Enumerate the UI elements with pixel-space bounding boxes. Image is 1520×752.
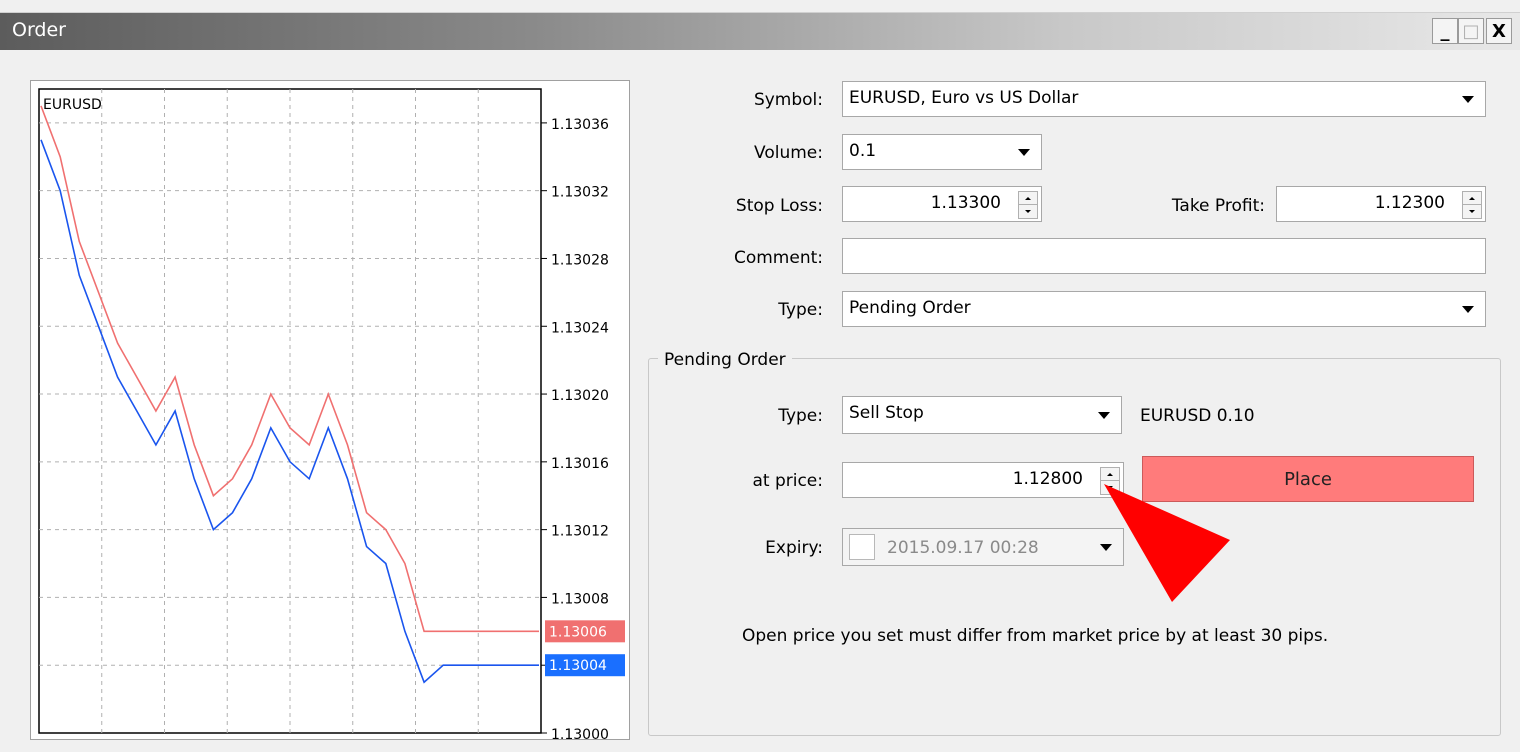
y-tick-label: 1.13008 <box>551 591 609 607</box>
chevron-down-icon[interactable] <box>1452 293 1484 325</box>
chart-symbol-label: EURUSD <box>43 97 102 113</box>
close-button[interactable]: X <box>1486 18 1512 44</box>
volume-value: 0.1 <box>849 141 877 161</box>
expiry-value: 2015.09.17 00:28 <box>887 538 1039 558</box>
stop-loss-stepper[interactable] <box>1018 191 1038 219</box>
type-label: Type: <box>778 300 823 320</box>
chevron-down-icon[interactable] <box>1090 530 1122 564</box>
expiry-checkbox[interactable] <box>849 534 875 560</box>
spin-up-icon[interactable] <box>1019 192 1037 205</box>
stop-loss-value: 1.13300 <box>930 193 1001 213</box>
expiry-field[interactable]: 2015.09.17 00:28 <box>842 528 1124 566</box>
ask-price-label: 1.13006 <box>549 624 607 640</box>
order-type-select[interactable]: Pending Order <box>842 291 1486 327</box>
maximize-button[interactable]: □ <box>1458 18 1484 44</box>
volume-select[interactable]: 0.1 <box>842 134 1042 170</box>
bid-price-label: 1.13004 <box>549 658 607 674</box>
at-price-value: 1.12800 <box>1012 469 1083 489</box>
y-tick-label: 1.13012 <box>551 524 609 540</box>
spin-down-icon[interactable] <box>1101 481 1119 494</box>
order-summary: EURUSD 0.10 <box>1140 406 1255 426</box>
spin-down-icon[interactable] <box>1019 205 1037 218</box>
volume-label: Volume: <box>754 143 823 163</box>
place-button[interactable]: Place <box>1142 456 1474 502</box>
take-profit-value: 1.12300 <box>1374 193 1445 213</box>
price-chart: 1.13036 1.13032 1.13028 1.13024 1.13020 1.130… <box>30 80 630 741</box>
y-tick-label: 1.13028 <box>551 252 609 268</box>
y-tick-label: 1.13036 <box>551 117 609 133</box>
symbol-select[interactable]: EURUSD, Euro vs US Dollar <box>842 81 1486 117</box>
take-profit-stepper[interactable] <box>1462 191 1482 219</box>
pending-type-label: Type: <box>778 406 823 426</box>
take-profit-field[interactable]: 1.12300 <box>1276 186 1486 222</box>
pending-type-select[interactable]: Sell Stop <box>842 396 1122 434</box>
pending-type-value: Sell Stop <box>849 403 924 423</box>
symbol-value: EURUSD, Euro vs US Dollar <box>849 88 1079 108</box>
spin-down-icon[interactable] <box>1463 205 1481 218</box>
pending-order-title: Pending Order <box>658 350 792 370</box>
title-bar[interactable]: Order _ □ X <box>0 12 1520 50</box>
symbol-label: Symbol: <box>753 90 823 110</box>
chevron-down-icon[interactable] <box>1008 136 1040 168</box>
y-tick-label: 1.13024 <box>551 320 609 336</box>
at-price-field[interactable]: 1.12800 <box>842 462 1124 498</box>
y-tick-label: 1.13016 <box>551 456 609 472</box>
comment-label: Comment: <box>733 248 823 268</box>
at-price-stepper[interactable] <box>1100 467 1120 495</box>
chevron-down-icon[interactable] <box>1088 398 1120 432</box>
expiry-label: Expiry: <box>765 538 823 558</box>
stop-loss-label: Stop Loss: <box>735 196 823 216</box>
chevron-down-icon[interactable] <box>1452 83 1484 115</box>
window-title: Order <box>12 19 66 41</box>
y-tick-label: 1.13020 <box>551 388 609 404</box>
chart-canvas: 1.13036 1.13032 1.13028 1.13024 1.13020 1.130… <box>38 88 625 741</box>
spin-up-icon[interactable] <box>1101 468 1119 481</box>
at-price-label: at price: <box>752 471 823 491</box>
spin-up-icon[interactable] <box>1463 192 1481 205</box>
order-window: Order _ □ X 1.13036 1.13032 1.13028 1.13024… <box>0 0 1520 752</box>
price-distance-note: Open price you set must differ from mark… <box>742 626 1329 646</box>
minimize-button[interactable]: _ <box>1432 18 1458 44</box>
comment-input[interactable] <box>842 238 1486 274</box>
stop-loss-field[interactable]: 1.13300 <box>842 186 1042 222</box>
order-type-value: Pending Order <box>849 298 971 318</box>
y-tick-label: 1.13000 <box>551 727 609 741</box>
take-profit-label: Take Profit: <box>1171 196 1265 216</box>
y-tick-label: 1.13032 <box>551 185 609 201</box>
